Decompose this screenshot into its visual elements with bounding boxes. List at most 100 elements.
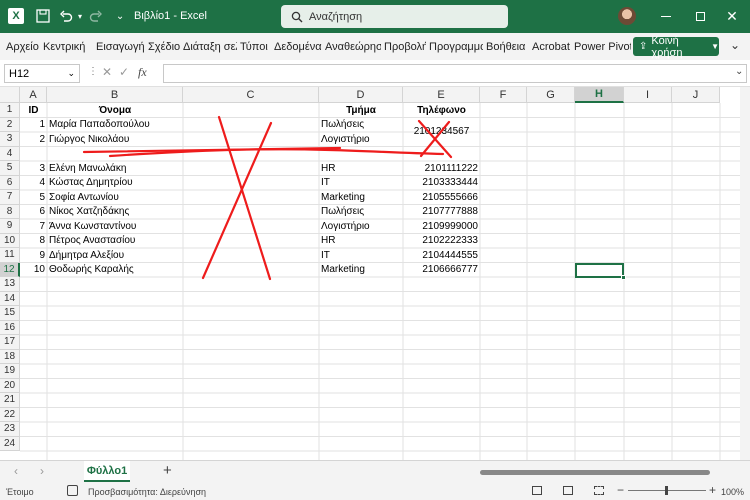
cell-b8[interactable]: Νίκος Χατζηδάκης <box>49 205 181 219</box>
tab-review[interactable]: Αναθεώρησ <box>322 41 381 53</box>
zoom-slider[interactable] <box>628 486 706 495</box>
cell-a12[interactable]: 10 <box>22 263 45 277</box>
page-break-view-icon[interactable] <box>594 486 604 495</box>
cell-b11[interactable]: Δήμητρα Αλεξίου <box>49 249 181 263</box>
redo-icon[interactable] <box>86 7 106 25</box>
cell-d12[interactable]: Marketing <box>321 263 401 277</box>
vertical-scrollbar[interactable] <box>740 87 750 460</box>
cell-d11[interactable]: IT <box>321 249 401 263</box>
row-header-9[interactable]: 9 <box>0 219 20 234</box>
row-header-24[interactable]: 24 <box>0 436 20 451</box>
cell-a1[interactable]: ID <box>22 104 45 118</box>
row-header-2[interactable]: 2 <box>0 117 20 132</box>
row-header-3[interactable]: 3 <box>0 132 20 147</box>
normal-view-icon[interactable] <box>532 486 542 495</box>
undo-dropdown-icon[interactable]: ▾ <box>76 9 84 23</box>
row-header-11[interactable]: 11 <box>0 248 20 263</box>
cell-e12[interactable]: 2106666777 <box>405 263 478 277</box>
formula-input[interactable] <box>163 64 747 83</box>
more-icon[interactable]: ⋮ <box>88 66 98 77</box>
cell-e7[interactable]: 2105555666 <box>405 191 478 205</box>
tab-home[interactable]: Κεντρική <box>40 41 93 53</box>
cell-e6[interactable]: 2103333444 <box>405 176 478 190</box>
cell-e5[interactable]: 2101111222 <box>405 162 478 176</box>
cell-b9[interactable]: Άννα Κωνσταντίνου <box>49 220 181 234</box>
worksheet-grid[interactable]: A B C D E F G H I J 1 2 3 4 5 6 7 8 9 10 11 12 13 14 15 16 17 18 19 2… <box>0 87 750 460</box>
cell-e10[interactable]: 2102222333 <box>405 234 478 248</box>
cell-a5[interactable]: 3 <box>22 162 45 176</box>
cell-a10[interactable]: 8 <box>22 234 45 248</box>
name-box[interactable]: H12 ⌄ <box>4 64 80 83</box>
row-header-13[interactable]: 13 <box>0 277 20 292</box>
maximize-icon[interactable] <box>692 9 708 23</box>
cell-a9[interactable]: 7 <box>22 220 45 234</box>
row-header-17[interactable]: 17 <box>0 335 20 350</box>
row-header-18[interactable]: 18 <box>0 349 20 364</box>
ribbon-collapse-icon[interactable]: ⌄ <box>730 38 740 52</box>
cell-b5[interactable]: Ελένη Μανωλάκη <box>49 162 181 176</box>
cell-a8[interactable]: 6 <box>22 205 45 219</box>
next-sheet-icon[interactable]: › <box>40 464 44 478</box>
tab-formulas[interactable]: Τύποι <box>237 41 271 53</box>
cell-d7[interactable]: Marketing <box>321 191 401 205</box>
search-box[interactable]: Αναζήτηση <box>281 5 508 28</box>
tab-acrobat[interactable]: Acrobat <box>529 41 571 53</box>
row-header-12[interactable]: 12 <box>0 262 20 277</box>
column-header-a[interactable]: A <box>20 87 47 103</box>
column-header-g[interactable]: G <box>527 87 575 103</box>
column-header-d[interactable]: D <box>319 87 403 103</box>
column-header-c[interactable]: C <box>183 87 319 103</box>
cell-b7[interactable]: Σοφία Αντωνίου <box>49 191 181 205</box>
close-icon[interactable]: ✕ <box>724 8 740 24</box>
cell-a2[interactable]: 1 <box>22 118 45 132</box>
customize-toolbar-icon[interactable]: ⌄ <box>116 9 124 23</box>
tab-insert[interactable]: Εισαγωγή <box>93 41 145 53</box>
user-avatar[interactable] <box>618 7 636 25</box>
cell-e9[interactable]: 2109999000 <box>405 220 478 234</box>
expand-formula-icon[interactable]: ⌄ <box>735 66 743 77</box>
cell-d6[interactable]: IT <box>321 176 401 190</box>
horizontal-scrollbar[interactable] <box>470 466 740 478</box>
zoom-level[interactable]: 100% <box>721 487 744 497</box>
column-header-j[interactable]: J <box>672 87 720 103</box>
save-icon[interactable] <box>33 7 53 25</box>
cell-d10[interactable]: HR <box>321 234 401 248</box>
fill-handle[interactable] <box>621 274 626 280</box>
cell-a6[interactable]: 4 <box>22 176 45 190</box>
row-header-6[interactable]: 6 <box>0 175 20 190</box>
row-header-7[interactable]: 7 <box>0 190 20 205</box>
status-accessibility[interactable]: Προσβασιμότητα: Διερεύνηση <box>88 487 206 497</box>
prev-sheet-icon[interactable]: ‹ <box>14 464 18 478</box>
cell-d3[interactable]: Λογιστήριο <box>321 133 401 147</box>
row-header-19[interactable]: 19 <box>0 364 20 379</box>
sheet-tab-active[interactable]: Φύλλο1 <box>84 461 130 482</box>
cell-d8[interactable]: Πωλήσεις <box>321 205 401 219</box>
insert-function-button[interactable]: fx <box>138 65 147 80</box>
row-header-4[interactable]: 4 <box>0 146 20 161</box>
cell-a7[interactable]: 5 <box>22 191 45 205</box>
row-header-21[interactable]: 21 <box>0 393 20 408</box>
cell-a11[interactable]: 9 <box>22 249 45 263</box>
cell-b1[interactable]: Όνομα <box>49 104 181 118</box>
undo-icon[interactable] <box>56 7 76 25</box>
cell-b3[interactable]: Γιώργος Νικολάου <box>49 133 181 147</box>
selected-cell-outline[interactable] <box>575 262 626 280</box>
row-header-16[interactable]: 16 <box>0 320 20 335</box>
tab-file[interactable]: Αρχείο <box>0 41 40 53</box>
cell-d1[interactable]: Τμήμα <box>321 104 401 118</box>
row-header-8[interactable]: 8 <box>0 204 20 219</box>
scroll-thumb[interactable] <box>480 470 710 475</box>
column-header-h[interactable]: H <box>575 87 624 103</box>
row-header-15[interactable]: 15 <box>0 306 20 321</box>
cell-b12[interactable]: Θοδωρής Καραλής <box>49 263 181 277</box>
row-header-10[interactable]: 10 <box>0 233 20 248</box>
tab-help[interactable]: Βοήθεια <box>483 41 529 53</box>
row-header-1[interactable]: 1 <box>0 103 20 118</box>
column-header-f[interactable]: F <box>480 87 527 103</box>
page-layout-view-icon[interactable] <box>563 486 573 495</box>
row-header-5[interactable]: 5 <box>0 161 20 176</box>
share-button[interactable]: ⇪ Κοινή χρήση ▼ <box>633 35 719 59</box>
column-header-i[interactable]: I <box>624 87 672 103</box>
cell-d5[interactable]: HR <box>321 162 401 176</box>
row-header-22[interactable]: 22 <box>0 407 20 422</box>
